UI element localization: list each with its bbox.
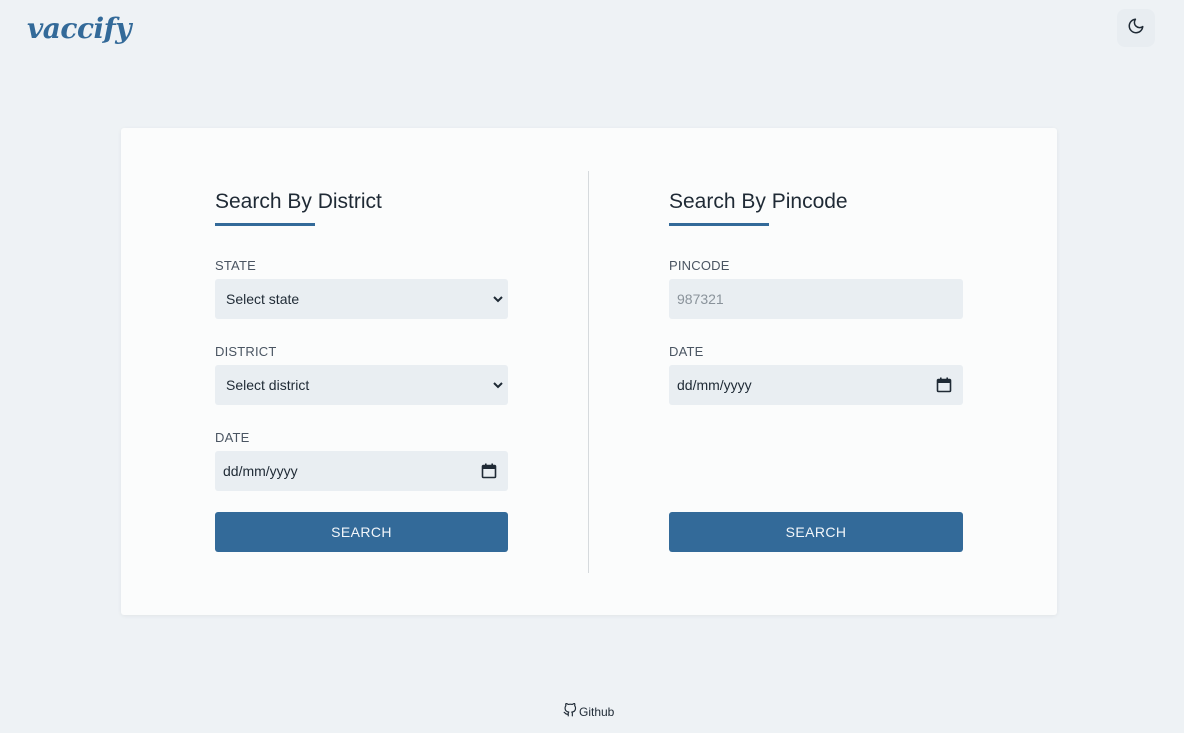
title-underline bbox=[669, 223, 769, 226]
district-date-input[interactable]: dd/mm/yyyy bbox=[215, 451, 508, 491]
state-select-value: Select state bbox=[226, 291, 300, 307]
district-select-value: Select district bbox=[226, 377, 310, 393]
district-select[interactable]: Select district bbox=[215, 365, 508, 405]
theme-toggle-button[interactable] bbox=[1117, 9, 1155, 47]
date-label: DATE bbox=[215, 430, 250, 445]
district-search-button[interactable]: SEARCH bbox=[215, 512, 508, 552]
github-link[interactable]: Github bbox=[563, 702, 615, 720]
pincode-date-input[interactable]: dd/mm/yyyy bbox=[669, 365, 963, 405]
district-label: DISTRICT bbox=[215, 344, 277, 359]
calendar-icon[interactable] bbox=[481, 463, 497, 482]
date-input-value: dd/mm/yyyy bbox=[223, 463, 298, 479]
district-section-title: Search By District bbox=[215, 190, 382, 213]
github-label: Github bbox=[579, 704, 615, 719]
pincode-input[interactable]: 987321 bbox=[669, 279, 963, 319]
pincode-label: PINCODE bbox=[669, 258, 730, 273]
calendar-icon[interactable] bbox=[936, 377, 952, 396]
title-underline bbox=[215, 223, 315, 226]
state-label: STATE bbox=[215, 258, 256, 273]
search-card: Search By District STATE Select state DI… bbox=[121, 128, 1057, 615]
chevron-down-icon bbox=[491, 378, 505, 395]
state-select[interactable]: Select state bbox=[215, 279, 508, 319]
date-label: DATE bbox=[669, 344, 704, 359]
pincode-placeholder: 987321 bbox=[677, 291, 724, 307]
app-logo[interactable]: vaccify bbox=[27, 12, 131, 45]
github-icon bbox=[563, 702, 577, 720]
moon-icon bbox=[1127, 17, 1145, 40]
pincode-search-button[interactable]: SEARCH bbox=[669, 512, 963, 552]
chevron-down-icon bbox=[491, 292, 505, 309]
pincode-section-title: Search By Pincode bbox=[669, 190, 848, 213]
section-divider bbox=[588, 171, 589, 573]
date-input-value: dd/mm/yyyy bbox=[677, 377, 752, 393]
